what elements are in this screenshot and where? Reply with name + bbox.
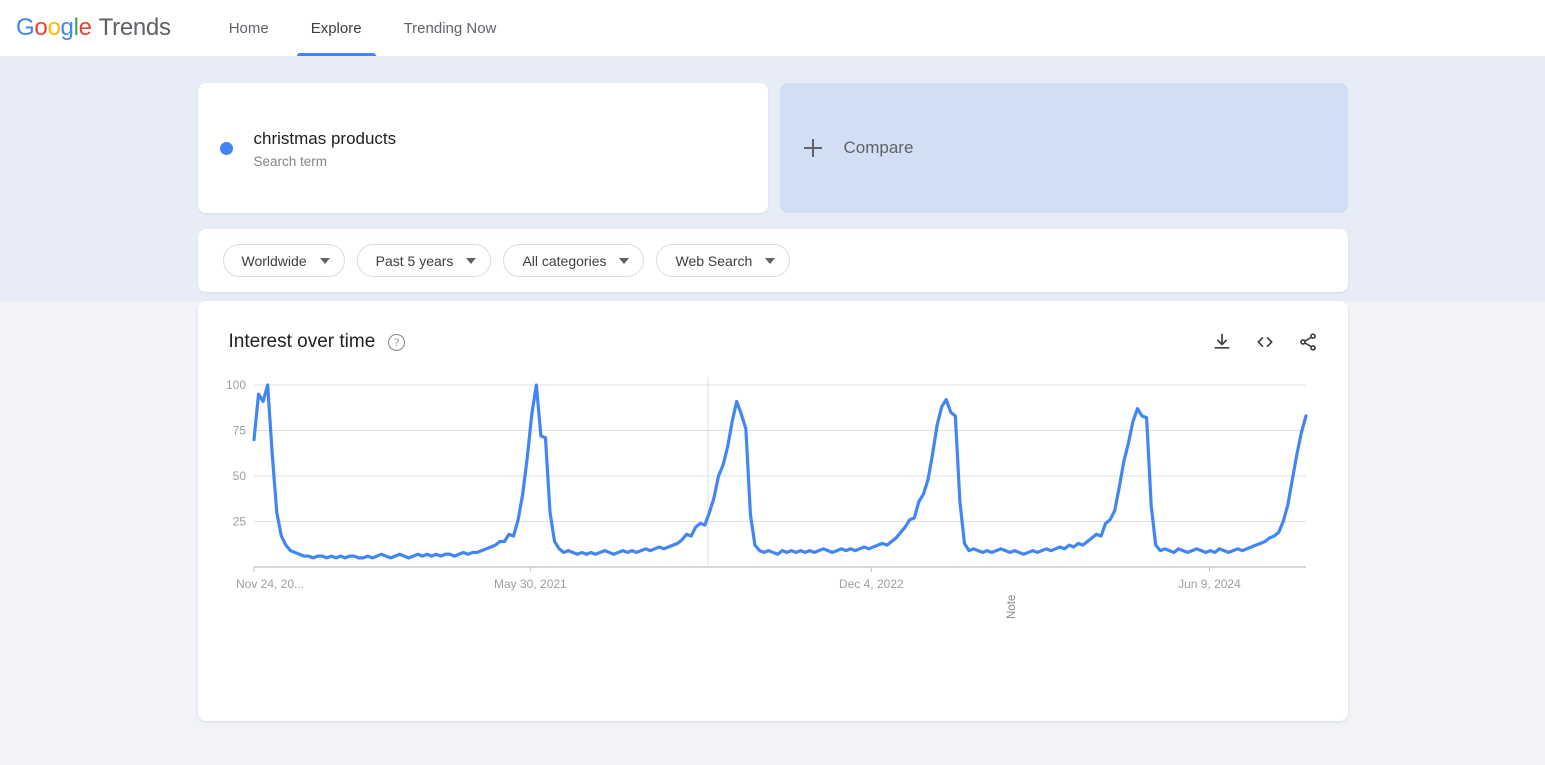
x-axis-tick-label: Dec 4, 2022 bbox=[838, 577, 903, 591]
filter-location-label: Worldwide bbox=[241, 252, 307, 269]
chevron-down-icon bbox=[765, 257, 776, 264]
logo-letter-g2: g bbox=[60, 14, 74, 41]
note-annotation-label: Note bbox=[1005, 594, 1018, 619]
chevron-down-icon bbox=[319, 257, 330, 264]
y-axis-tick-label: 100 bbox=[225, 378, 245, 392]
search-term-text: christmas products Search term bbox=[254, 128, 397, 169]
chart-title-group: Interest over time ? bbox=[229, 331, 406, 353]
query-section: christmas products Search term Compare W… bbox=[0, 56, 1545, 301]
logo-letter-o1: o bbox=[34, 14, 48, 41]
interest-over-time-card: Interest over time ? 100 75 50 25 Nov 24… bbox=[197, 301, 1348, 721]
filter-search-type[interactable]: Web Search bbox=[656, 244, 791, 277]
filter-time-range[interactable]: Past 5 years bbox=[356, 244, 492, 277]
query-row: christmas products Search term Compare bbox=[197, 83, 1348, 213]
logo-letter-e: e bbox=[78, 14, 92, 41]
interest-over-time-line-chart[interactable]: 100 75 50 25 Nov 24, 20... May 30, 2021 Dec 4,… bbox=[198, 371, 1348, 601]
embed-code-icon[interactable] bbox=[1254, 332, 1276, 352]
filter-category-label: All categories bbox=[522, 252, 607, 269]
logo-trends-word: Trends bbox=[98, 14, 171, 41]
y-axis-tick-label: 75 bbox=[232, 424, 246, 438]
chart-plot-area: 100 75 50 25 Nov 24, 20... May 30, 2021 Dec 4,… bbox=[198, 371, 1348, 619]
compare-button[interactable]: Compare bbox=[779, 83, 1348, 213]
filters-row: Worldwide Past 5 years All categories We… bbox=[197, 229, 1348, 292]
search-term-type: Search term bbox=[253, 153, 328, 169]
nav-item-home[interactable]: Home bbox=[215, 0, 283, 56]
search-term-card[interactable]: christmas products Search term bbox=[197, 83, 768, 213]
chevron-down-icon bbox=[619, 257, 630, 264]
x-axis-tick-label: Jun 9, 2024 bbox=[1178, 577, 1241, 591]
nav-item-explore[interactable]: Explore bbox=[296, 0, 376, 56]
search-term-label: christmas products bbox=[253, 128, 397, 148]
google-trends-logo[interactable]: Google Trends bbox=[16, 14, 171, 42]
logo-letter-o2: o bbox=[47, 14, 61, 41]
results-section: Interest over time ? 100 75 50 25 Nov 24… bbox=[0, 301, 1545, 765]
page-title: Interest over time bbox=[228, 331, 376, 352]
filter-time-range-label: Past 5 years bbox=[375, 252, 454, 269]
nav-links: Home Explore Trending Now bbox=[215, 0, 511, 56]
chart-action-icons bbox=[1212, 332, 1318, 352]
plus-icon bbox=[803, 139, 822, 157]
chart-header: Interest over time ? bbox=[198, 301, 1348, 353]
trend-line[interactable] bbox=[251, 383, 1308, 560]
chevron-down-icon bbox=[466, 257, 477, 264]
compare-label: Compare bbox=[843, 138, 914, 157]
series-color-dot bbox=[219, 141, 233, 155]
filter-location[interactable]: Worldwide bbox=[222, 244, 345, 277]
question-mark-icon[interactable]: ? bbox=[388, 333, 406, 351]
share-icon[interactable] bbox=[1298, 332, 1318, 352]
x-axis-tick-label: May 30, 2021 bbox=[494, 577, 567, 591]
y-axis-tick-label: 25 bbox=[232, 515, 246, 529]
x-axis-tick-label: Nov 24, 20... bbox=[236, 577, 304, 591]
logo-letter-g: G bbox=[16, 14, 35, 41]
nav-item-trending-now[interactable]: Trending Now bbox=[390, 0, 511, 56]
download-icon[interactable] bbox=[1212, 332, 1232, 352]
filter-category[interactable]: All categories bbox=[503, 244, 645, 277]
y-axis-tick-label: 50 bbox=[232, 469, 246, 483]
filter-search-type-label: Web Search bbox=[675, 252, 753, 269]
top-navigation-bar: Google Trends Home Explore Trending Now bbox=[0, 0, 1545, 56]
